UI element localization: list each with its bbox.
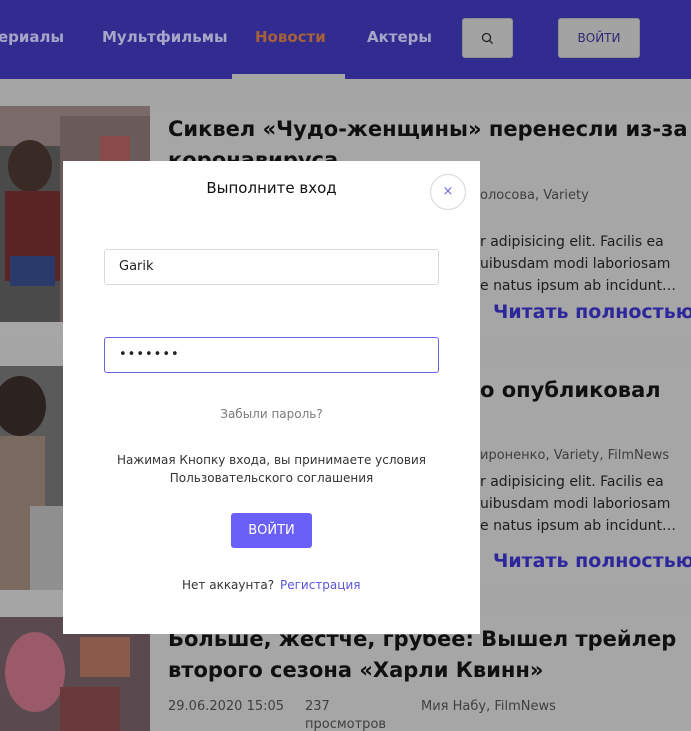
password-input[interactable]: •••••••	[104, 337, 439, 373]
news-excerpt-line: r adipisicing elit. Facilis ea	[480, 234, 664, 250]
news-card[interactable]: Больше, жестче, грубее: Вышел трейлер вт…	[0, 617, 691, 731]
search-icon	[481, 32, 493, 44]
news-excerpt-line: r adipisicing elit. Facilis ea	[480, 474, 664, 490]
forgot-password-link[interactable]: Забыли пароль?	[63, 407, 480, 421]
read-more-link[interactable]: Читать полностью	[493, 550, 691, 572]
username-input[interactable]: Garik	[104, 249, 439, 285]
register-link[interactable]: Регистрация	[280, 578, 360, 592]
news-excerpt-line: e natus ipsum ab incidunt…	[480, 518, 677, 534]
news-authors: олосова, Variety	[480, 188, 589, 203]
no-account-label: Нет аккаунта?	[182, 578, 275, 592]
terms-line: Нажимая Кнопку входа, вы принимаете усло…	[117, 453, 426, 467]
news-authors: ироненко, Variety, FilmNews	[480, 448, 670, 463]
news-views-count: 237	[305, 699, 330, 714]
close-icon[interactable]: ×	[430, 174, 466, 210]
news-authors: Мия Набу, FilmNews	[421, 699, 556, 714]
news-title-line[interactable]: Сиквел «Чудо-женщины» перенесли из-за	[168, 114, 688, 145]
news-date: 29.06.2020 15:05	[168, 699, 285, 714]
nav-item-series[interactable]: ериалы	[0, 28, 64, 46]
nav-item-cartoons[interactable]: Мультфильмы	[102, 28, 228, 46]
news-title-line[interactable]: второго сезона «Харли Квинн»	[168, 655, 544, 686]
top-nav-bar: ериалы Мультфильмы Новости Актеры ВОЙТИ	[0, 0, 691, 79]
nav-item-news[interactable]: Новости	[255, 28, 326, 46]
header-login-button[interactable]: ВОЙТИ	[558, 18, 640, 58]
news-excerpt-line: uibusdam modi laboriosam	[480, 496, 671, 512]
news-image[interactable]	[0, 617, 150, 731]
login-submit-button[interactable]: ВОЙТИ	[231, 513, 312, 548]
nav-item-actors[interactable]: Актеры	[367, 28, 432, 46]
news-excerpt-line: e natus ipsum ab incidunt…	[480, 278, 677, 294]
news-title-line[interactable]: о опубликовал	[480, 375, 661, 406]
modal-title: Выполните вход	[206, 179, 337, 197]
search-button[interactable]	[462, 18, 513, 58]
news-views-label: просмотров	[305, 717, 387, 731]
active-nav-indicator	[232, 74, 345, 79]
terms-line[interactable]: Пользовательского соглашения	[63, 469, 480, 487]
terms-notice: Нажимая Кнопку входа, вы принимаете усло…	[63, 451, 480, 487]
login-modal: Выполните вход × Garik ••••••• Забыли па…	[63, 161, 480, 634]
read-more-link[interactable]: Читать полностью	[493, 301, 691, 323]
news-excerpt-line: uibusdam modi laboriosam	[480, 256, 671, 272]
